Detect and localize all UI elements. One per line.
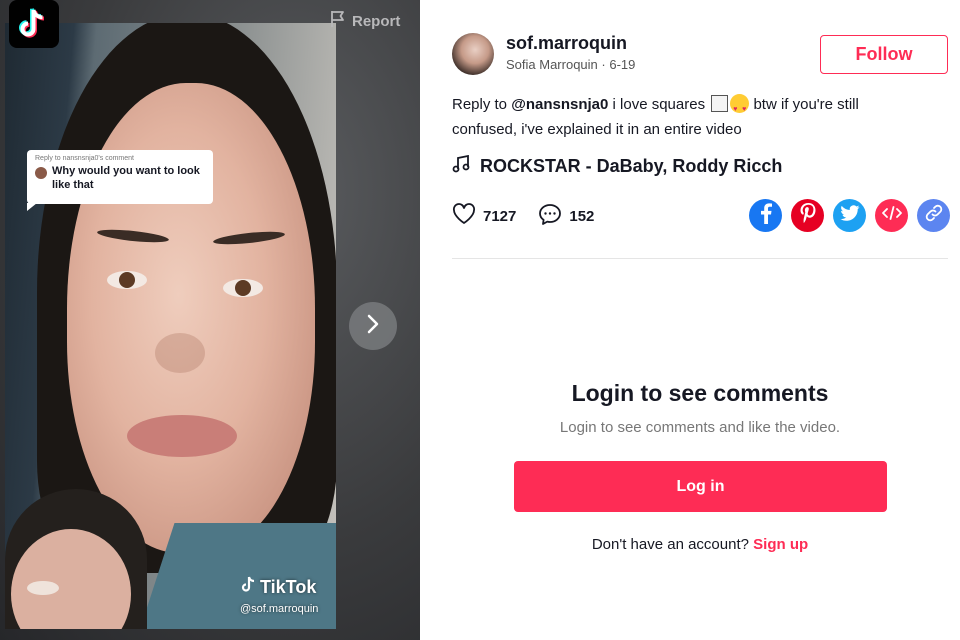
- inset-face: [11, 529, 131, 629]
- twitter-icon: [839, 204, 860, 227]
- caption-mention[interactable]: @nansnsnja0: [511, 96, 608, 113]
- white-square-emoji-icon: [711, 95, 729, 112]
- next-video-button[interactable]: [349, 302, 397, 350]
- tiktok-note-icon: [240, 576, 256, 599]
- author-username[interactable]: sof.marroquin: [506, 33, 627, 54]
- no-account-text: Don't have an account?: [591, 536, 749, 553]
- left-eyebrow: [96, 227, 170, 245]
- reply-comment-sticker: Reply to nansnsnja0's comment Why would …: [27, 150, 213, 211]
- share-buttons: [749, 199, 950, 232]
- signup-link[interactable]: Sign up: [753, 536, 808, 553]
- left-eye: [107, 271, 147, 289]
- facebook-icon: [759, 202, 773, 229]
- signup-prompt: Don't have an account? Sign up: [452, 536, 948, 553]
- inset-eye: [27, 581, 59, 595]
- music-note-icon: [452, 154, 470, 178]
- reply-comment-avatar: [35, 167, 47, 179]
- tiktok-logo-icon[interactable]: [9, 0, 59, 48]
- author-meta: Sofia Marroquin · 6-19: [506, 57, 635, 72]
- comment-count-button[interactable]: 152: [538, 203, 594, 229]
- like-button[interactable]: 7127: [452, 203, 516, 229]
- watermark-handle: @sof.marroquin: [240, 603, 319, 615]
- follow-button[interactable]: Follow: [820, 35, 948, 74]
- chevron-right-icon: [365, 313, 381, 340]
- video-stage: Reply to nansnsnja0's comment Why would …: [0, 0, 420, 640]
- comment-icon: [538, 203, 562, 229]
- embed-icon: [881, 206, 902, 225]
- share-twitter-button[interactable]: [833, 199, 866, 232]
- music-title: ROCKSTAR - DaBaby, Roddy Ricch: [480, 156, 783, 176]
- author-avatar[interactable]: [452, 33, 494, 75]
- section-divider: [452, 258, 948, 259]
- tiktok-watermark: TikTok @sof.marroquin: [240, 576, 318, 615]
- report-button[interactable]: Report: [330, 10, 400, 32]
- video-player[interactable]: Reply to nansnsnja0's comment Why would …: [5, 23, 336, 629]
- share-embed-button[interactable]: [875, 199, 908, 232]
- comment-count: 152: [569, 207, 595, 225]
- reply-comment-caption: Reply to nansnsnja0's comment: [35, 155, 134, 162]
- heart-icon: [452, 203, 476, 229]
- engagement-stats: 7127 152: [452, 203, 594, 229]
- video-caption: Reply to @nansnsnja0 i love squares btw …: [452, 92, 922, 142]
- video-subject-nose: [155, 333, 205, 373]
- share-facebook-button[interactable]: [749, 199, 782, 232]
- reply-comment-text: Why would you want to look like that: [52, 165, 200, 191]
- right-eye: [223, 279, 263, 297]
- pinterest-icon: [798, 202, 818, 229]
- flag-icon: [330, 10, 346, 32]
- post-date: 6-19: [609, 57, 636, 72]
- report-label: Report: [352, 12, 401, 30]
- author-display-name: Sofia Marroquin: [506, 57, 598, 72]
- video-inset-person: [5, 489, 147, 629]
- comments-login-subtitle: Login to see comments and like the video…: [559, 419, 841, 436]
- heart-eyes-emoji-icon: [730, 94, 750, 122]
- right-eyebrow: [212, 229, 286, 247]
- watermark-brand: TikTok: [260, 577, 317, 597]
- like-count: 7127: [483, 207, 517, 225]
- video-subject-lips: [127, 415, 237, 457]
- link-icon: [925, 204, 943, 227]
- share-pinterest-button[interactable]: [791, 199, 824, 232]
- share-link-button[interactable]: [917, 199, 950, 232]
- caption-prefix: Reply to: [452, 96, 508, 113]
- music-link[interactable]: ROCKSTAR - DaBaby, Roddy Ricch: [452, 154, 783, 178]
- caption-text-before: i love squares: [612, 96, 706, 113]
- comments-login-title: Login to see comments: [571, 380, 829, 406]
- login-button[interactable]: Log in: [514, 461, 887, 512]
